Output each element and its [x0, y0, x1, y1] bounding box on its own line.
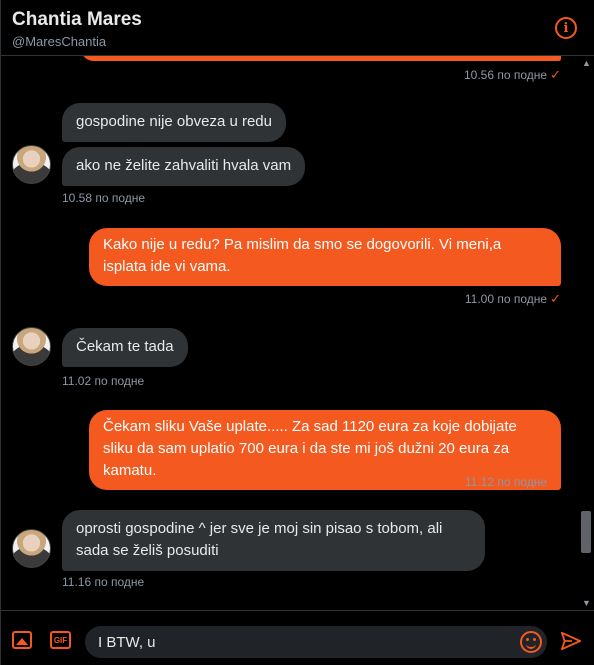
incoming-message-bubble[interactable]: Čekam te tada — [62, 328, 188, 367]
message-text: ako ne želite zahvaliti hvala vam — [76, 157, 292, 174]
image-icon[interactable] — [12, 631, 32, 649]
gif-icon-label: GIF — [53, 635, 68, 645]
contact-avatar[interactable] — [12, 327, 51, 366]
message-input-text[interactable]: I BTW, u — [98, 634, 156, 651]
message-timestamp: 11.16 по подне — [62, 575, 145, 589]
scrollbar-thumb[interactable] — [581, 511, 591, 553]
message-text: gospodine nije obveza u redu — [76, 113, 272, 130]
message-text: Čekam te tada — [76, 338, 174, 355]
outgoing-message-bubble[interactable]: Kako nije u redu? Pa mislim da smo se do… — [89, 228, 561, 286]
message-timestamp: 11.12 по подне ✓ — [464, 474, 561, 489]
send-icon[interactable] — [560, 631, 582, 651]
contact-name[interactable]: Chantia Mares — [12, 9, 142, 31]
info-icon[interactable]: i — [555, 17, 577, 39]
message-composer: GIF I BTW, u — [1, 610, 594, 665]
read-check-icon: ✓ — [550, 67, 561, 82]
scroll-up-arrow-icon[interactable]: ▲ — [582, 58, 591, 68]
message-thread[interactable]: 10.56 по подне ✓ gospodine nije obveza u … — [1, 56, 579, 610]
outgoing-message-bubble[interactable] — [81, 56, 561, 61]
contact-avatar[interactable] — [12, 145, 51, 184]
message-text: Čekam sliku Vaše uplate..... Za sad 1120… — [103, 418, 517, 479]
message-text: Kako nije u redu? Pa mislim da smo se do… — [103, 236, 502, 275]
incoming-message-bubble[interactable]: oprosti gospodine ^ jer sve je moj sin p… — [62, 510, 485, 571]
scroll-down-arrow-icon[interactable]: ▼ — [582, 598, 591, 608]
message-timestamp: 10.58 по подне — [62, 191, 146, 205]
read-check-icon: ✓ — [550, 474, 561, 489]
message-text: oprosti gospodine ^ jer sve je moj sin p… — [76, 520, 443, 559]
read-check-icon: ✓ — [550, 291, 561, 306]
incoming-message-bubble[interactable]: gospodine nije obveza u redu — [62, 103, 286, 142]
incoming-message-bubble[interactable]: ako ne želite zahvaliti hvala vam — [62, 147, 306, 186]
message-timestamp: 10.56 по подне ✓ — [464, 67, 561, 82]
dm-conversation-window: Chantia Mares @MaresChantia i 10.56 по п… — [0, 0, 594, 665]
conversation-header: Chantia Mares @MaresChantia i — [1, 0, 594, 56]
contact-handle: @MaresChantia — [12, 34, 107, 49]
gif-icon[interactable]: GIF — [50, 631, 71, 649]
message-timestamp: 11.02 по подне — [62, 374, 145, 388]
contact-avatar[interactable] — [12, 529, 51, 568]
message-timestamp: 11.00 по подне ✓ — [464, 291, 561, 306]
thread-scrollbar[interactable]: ▲ ▼ — [578, 56, 594, 610]
emoji-icon[interactable] — [520, 631, 542, 653]
message-input[interactable]: I BTW, u — [85, 626, 547, 658]
